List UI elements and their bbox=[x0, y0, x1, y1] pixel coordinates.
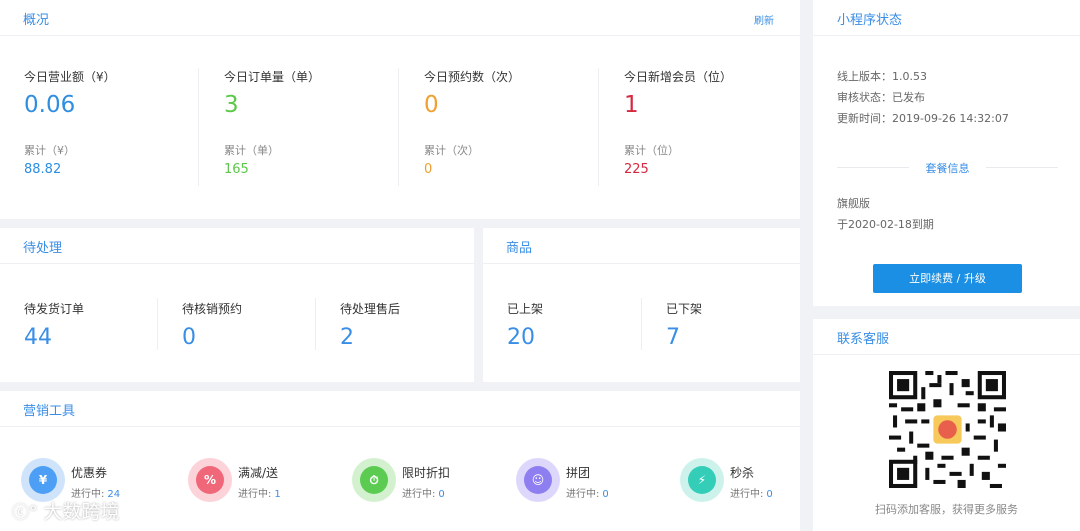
stat-value: 0.06 bbox=[24, 92, 76, 118]
plan-expire: 于2020-02-18到期 bbox=[837, 218, 934, 231]
stat-value: 3 bbox=[224, 92, 239, 118]
support-header: 联系客服 bbox=[813, 319, 1080, 355]
tool-name: 满减/送 bbox=[238, 466, 279, 480]
pending-value: 44 bbox=[24, 325, 52, 350]
pending-label: 待发货订单 bbox=[24, 302, 85, 316]
stat-sub-value: 88.82 bbox=[24, 162, 62, 177]
support-title: 联系客服 bbox=[837, 332, 890, 347]
tool-count: 0 bbox=[766, 489, 773, 500]
pending-label: 待核销预约 bbox=[182, 302, 243, 316]
stat-orders: 今日订单量（单） 3 累计（单） 165 bbox=[224, 68, 399, 177]
goods-label: 已下架 bbox=[666, 302, 703, 316]
tool-count: 1 bbox=[274, 489, 281, 500]
watermark-logo: ⓒ° 大数跨境 bbox=[12, 497, 120, 524]
tool-status: 进行中: 0 bbox=[730, 489, 773, 500]
stat-sub-value: 165 bbox=[224, 162, 249, 177]
overview-card: 概况 刷新 今日营业额（¥） 0.06 累计（¥） 88.82 今日订单量（单）… bbox=[0, 0, 800, 219]
divider bbox=[986, 167, 1058, 168]
goods-title: 商品 bbox=[506, 241, 533, 256]
tool-name: 优惠券 bbox=[71, 466, 108, 480]
stat-sub-value: 0 bbox=[424, 162, 433, 177]
miniapp-title: 小程序状态 bbox=[837, 13, 903, 28]
support-caption: 扫码添加客服，获得更多服务 bbox=[875, 503, 1018, 516]
tool-status: 进行中: 1 bbox=[238, 489, 281, 500]
flash-sale-icon: ⏱ bbox=[352, 458, 396, 502]
stat-label: 今日新增会员（位） bbox=[624, 70, 733, 84]
tool-name: 拼团 bbox=[566, 466, 591, 480]
stat-bookings: 今日预约数（次） 0 累计（次） 0 bbox=[424, 68, 599, 177]
overview-title: 概况 bbox=[23, 13, 50, 28]
marketing-header: 营销工具 bbox=[0, 391, 800, 427]
pending-value: 0 bbox=[182, 325, 196, 350]
marketing-title: 营销工具 bbox=[23, 404, 76, 419]
pending-header: 待处理 bbox=[0, 228, 474, 264]
plan-title: 套餐信息 bbox=[925, 162, 970, 175]
qr-code-icon bbox=[889, 371, 1006, 488]
goods-label: 已上架 bbox=[507, 302, 544, 316]
divider bbox=[315, 298, 316, 350]
tool-count: 0 bbox=[438, 489, 445, 500]
stat-label: 今日订单量（单） bbox=[224, 70, 321, 84]
miniapp-audit: 审核状态：已发布 bbox=[837, 91, 925, 104]
seckill-icon: ⚡ bbox=[680, 458, 724, 502]
plan-name: 旗舰版 bbox=[837, 197, 870, 210]
pending-item-bookings[interactable]: 待核销预约 0 bbox=[182, 300, 242, 351]
stat-sub-label: 累计（次） bbox=[424, 144, 479, 157]
goods-item-listed[interactable]: 已上架 20 bbox=[507, 300, 543, 351]
miniapp-card: 小程序状态 bbox=[813, 0, 1080, 306]
pending-value: 2 bbox=[340, 325, 354, 350]
watermark-text: 大数跨境 bbox=[43, 501, 120, 523]
pending-label: 待处理售后 bbox=[340, 302, 401, 316]
stat-value: 1 bbox=[624, 92, 639, 118]
miniapp-version: 线上版本：1.0.53 bbox=[837, 70, 927, 83]
goods-value: 20 bbox=[507, 325, 535, 350]
tool-status: 进行中: 0 bbox=[566, 489, 609, 500]
renew-upgrade-button[interactable]: 立即续费 / 升级 bbox=[873, 264, 1022, 293]
pending-item-aftersale[interactable]: 待处理售后 2 bbox=[340, 300, 400, 351]
overview-header: 概况 刷新 bbox=[0, 0, 800, 36]
pending-item-shipping[interactable]: 待发货订单 44 bbox=[24, 300, 84, 351]
stat-label: 今日预约数（次） bbox=[424, 70, 521, 84]
stat-value: 0 bbox=[424, 92, 439, 118]
marketing-card: 营销工具 bbox=[0, 391, 800, 531]
group-buy-icon: ☺ bbox=[516, 458, 560, 502]
miniapp-updated: 更新时间：2019-09-26 14:32:07 bbox=[837, 112, 1009, 125]
stat-sub-label: 累计（位） bbox=[624, 144, 679, 157]
tool-count: 0 bbox=[602, 489, 609, 500]
refresh-link[interactable]: 刷新 bbox=[754, 12, 774, 27]
stat-members: 今日新增会员（位） 1 累计（位） 225 bbox=[624, 68, 799, 177]
tool-name: 限时折扣 bbox=[402, 466, 451, 480]
watermark-icon: ⓒ° bbox=[12, 503, 38, 523]
goods-value: 7 bbox=[666, 325, 680, 350]
divider bbox=[157, 298, 158, 350]
stat-label: 今日营业额（¥） bbox=[24, 70, 116, 84]
coupon-icon: ¥ bbox=[21, 458, 65, 502]
stat-sub-label: 累计（单） bbox=[224, 144, 279, 157]
divider bbox=[837, 167, 909, 168]
stat-sub-label: 累计（¥） bbox=[24, 144, 75, 157]
tool-status: 进行中: 0 bbox=[402, 489, 445, 500]
discount-icon: % bbox=[188, 458, 232, 502]
pending-title: 待处理 bbox=[23, 241, 63, 256]
stat-revenue: 今日营业额（¥） 0.06 累计（¥） 88.82 bbox=[24, 68, 199, 177]
goods-item-delisted[interactable]: 已下架 7 bbox=[666, 300, 702, 351]
stat-sub-value: 225 bbox=[624, 162, 649, 177]
miniapp-header: 小程序状态 bbox=[813, 0, 1080, 36]
tool-name: 秒杀 bbox=[730, 466, 755, 480]
divider bbox=[641, 298, 642, 350]
goods-header: 商品 bbox=[483, 228, 800, 264]
